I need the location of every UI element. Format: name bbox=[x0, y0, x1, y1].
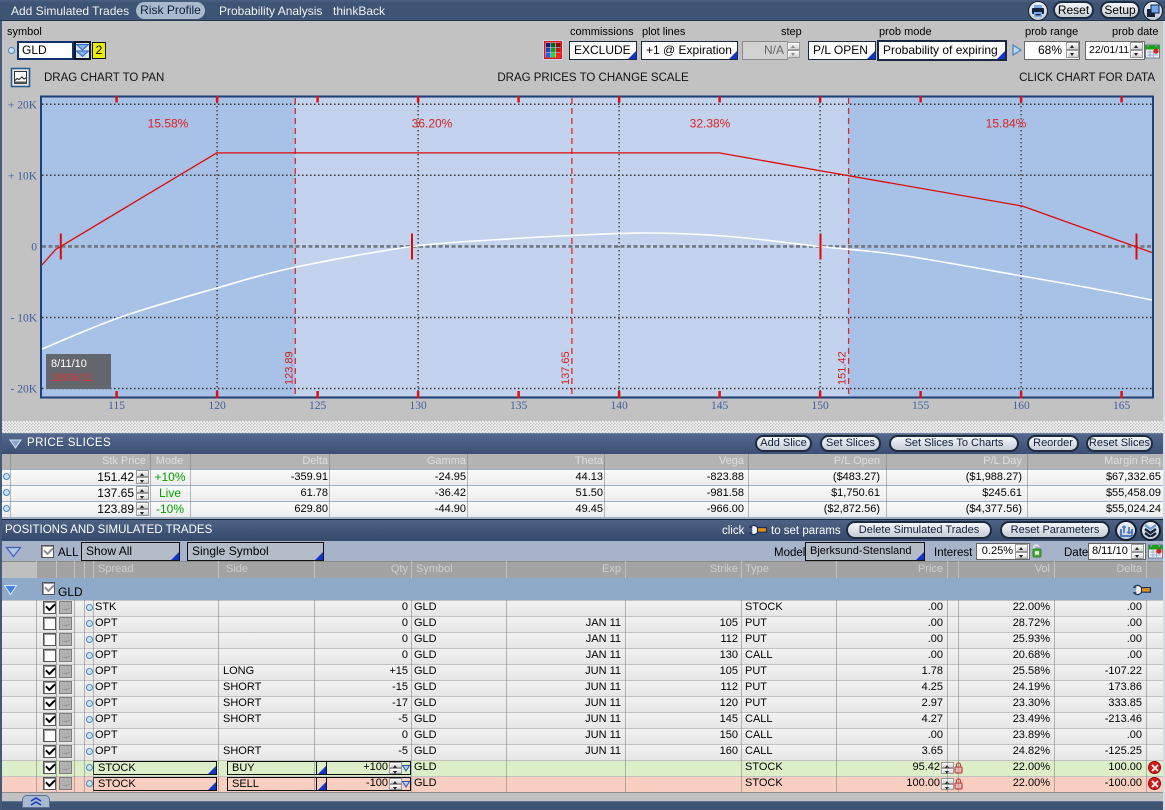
svg-text:120: 120 bbox=[208, 400, 226, 412]
svg-text:125: 125 bbox=[309, 400, 327, 412]
svg-text:DRAG PRICES TO CHANGE SCALE: DRAG PRICES TO CHANGE SCALE bbox=[497, 72, 689, 84]
svg-text:140: 140 bbox=[610, 400, 628, 412]
svg-text:135: 135 bbox=[510, 400, 528, 412]
svg-text:+ 10K: + 10K bbox=[8, 170, 38, 182]
svg-text:150: 150 bbox=[811, 400, 829, 412]
svg-text:- 20K: - 20K bbox=[10, 384, 37, 396]
svg-text:155: 155 bbox=[912, 400, 930, 412]
svg-text:- 10K: - 10K bbox=[10, 313, 37, 325]
svg-text:130: 130 bbox=[409, 400, 427, 412]
svg-text:137.65: 137.65 bbox=[560, 351, 572, 385]
svg-text:32.38%: 32.38% bbox=[690, 117, 731, 131]
svg-text:18/06/11: 18/06/11 bbox=[51, 372, 93, 384]
svg-text:36.20%: 36.20% bbox=[412, 117, 453, 131]
svg-text:15.58%: 15.58% bbox=[148, 117, 189, 131]
svg-text:DRAG CHART TO PAN: DRAG CHART TO PAN bbox=[44, 72, 164, 84]
svg-text:CLICK CHART FOR DATA: CLICK CHART FOR DATA bbox=[1019, 72, 1155, 84]
svg-text:8/11/10: 8/11/10 bbox=[51, 358, 87, 370]
svg-text:123.89: 123.89 bbox=[283, 351, 295, 385]
svg-text:+ 20K: + 20K bbox=[8, 99, 38, 111]
svg-text:0: 0 bbox=[31, 241, 37, 253]
svg-text:160: 160 bbox=[1012, 400, 1030, 412]
svg-text:15.84%: 15.84% bbox=[986, 117, 1027, 131]
svg-text:151.42: 151.42 bbox=[837, 351, 849, 385]
svg-text:115: 115 bbox=[108, 400, 125, 412]
svg-text:145: 145 bbox=[711, 400, 729, 412]
svg-text:165: 165 bbox=[1113, 400, 1131, 412]
